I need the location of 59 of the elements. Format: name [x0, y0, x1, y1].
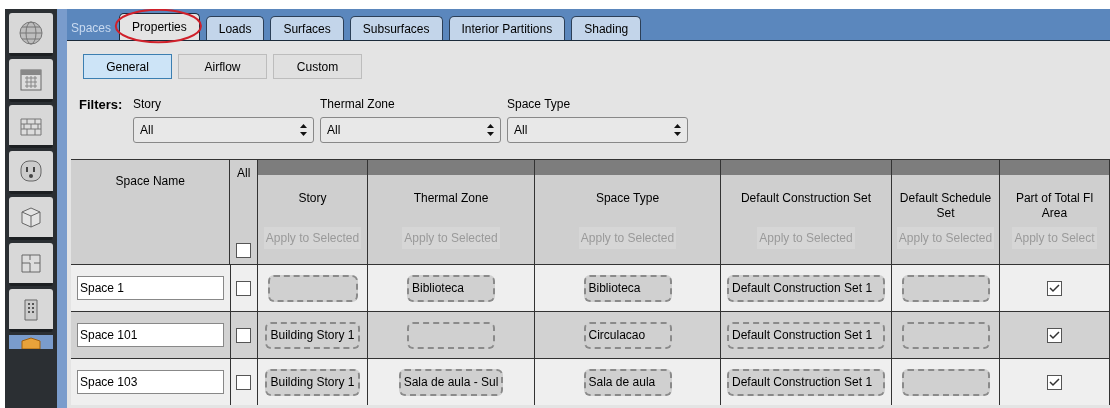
- drop-zone[interactable]: [901, 368, 990, 396]
- spinner-arrows-icon: [674, 124, 681, 136]
- sidebar-button[interactable]: [9, 289, 53, 332]
- tab[interactable]: Surfaces: [270, 16, 344, 40]
- filters-label: Filters:: [79, 96, 124, 114]
- select-all-checkbox[interactable]: [236, 243, 252, 258]
- column-header: Space Name: [115, 173, 185, 190]
- section-label: Spaces: [71, 19, 112, 37]
- column-header: Default Schedule Set: [898, 191, 993, 221]
- drop-zone[interactable]: [267, 274, 358, 302]
- row-checkbox[interactable]: [236, 280, 252, 296]
- drop-zone[interactable]: Default Construction Set 1: [727, 274, 885, 302]
- drop-zone[interactable]: Default Construction Set 1: [727, 368, 885, 396]
- column-header: Space Type: [595, 191, 660, 206]
- spinner-arrows-icon: [487, 124, 494, 136]
- box-icon: [20, 337, 42, 349]
- filter-label: Thermal Zone: [320, 96, 396, 111]
- row-checkbox[interactable]: [236, 327, 252, 343]
- column-header: Part of Total Fl Area: [1015, 191, 1094, 221]
- space-name-field[interactable]: Space 101: [77, 323, 224, 347]
- sidebar-button[interactable]: [9, 13, 53, 56]
- spinner-arrows-icon: [300, 124, 307, 136]
- drop-zone[interactable]: Default Construction Set 1: [727, 321, 885, 349]
- drop-zone[interactable]: [901, 274, 990, 302]
- drop-zone[interactable]: Biblioteca: [583, 274, 672, 302]
- filter-label: Space Type: [507, 96, 572, 111]
- subtab[interactable]: Airflow: [178, 54, 267, 79]
- sidebar-button[interactable]: [9, 151, 53, 194]
- filter-label: Story: [133, 96, 162, 111]
- sidebar-button[interactable]: [9, 197, 53, 240]
- subtab[interactable]: Custom: [273, 54, 362, 79]
- floor-area-checkbox[interactable]: [1047, 327, 1062, 343]
- column-header: Default Construction Set: [740, 191, 872, 206]
- subtab[interactable]: General: [83, 54, 172, 79]
- space-name-field[interactable]: Space 1: [77, 276, 224, 300]
- drop-zone[interactable]: Sala de aula: [583, 368, 672, 396]
- sidebar-button[interactable]: [9, 59, 53, 102]
- sidebar-button[interactable]: [9, 105, 53, 148]
- tab[interactable]: Interior Partitions: [448, 16, 566, 40]
- tab[interactable]: Loads: [205, 16, 265, 40]
- floor-area-checkbox[interactable]: [1047, 280, 1062, 296]
- column-header: Thermal Zone: [413, 191, 489, 206]
- drop-zone[interactable]: Building Story 1: [265, 368, 360, 396]
- globe-icon: [17, 19, 45, 47]
- space-name-field[interactable]: Space 103: [77, 370, 224, 394]
- drop-zone[interactable]: Building Story 1: [265, 321, 360, 349]
- sidebar-button[interactable]: [9, 243, 53, 286]
- tab[interactable]: Shading: [571, 16, 642, 40]
- column-header: All: [237, 165, 251, 182]
- column-header: Story: [298, 191, 327, 206]
- tab[interactable]: Subsurfaces: [349, 16, 443, 40]
- filter-dropdown[interactable]: All: [507, 117, 688, 143]
- drop-zone[interactable]: Sala de aula - Sul: [398, 368, 504, 396]
- drop-zone[interactable]: Circulacao: [583, 321, 672, 349]
- drop-zone[interactable]: Biblioteca: [407, 274, 495, 302]
- row-checkbox[interactable]: [236, 374, 252, 390]
- filter-dropdown[interactable]: All: [320, 117, 501, 143]
- filter-dropdown[interactable]: All: [133, 117, 314, 143]
- floor-area-checkbox[interactable]: [1047, 374, 1062, 390]
